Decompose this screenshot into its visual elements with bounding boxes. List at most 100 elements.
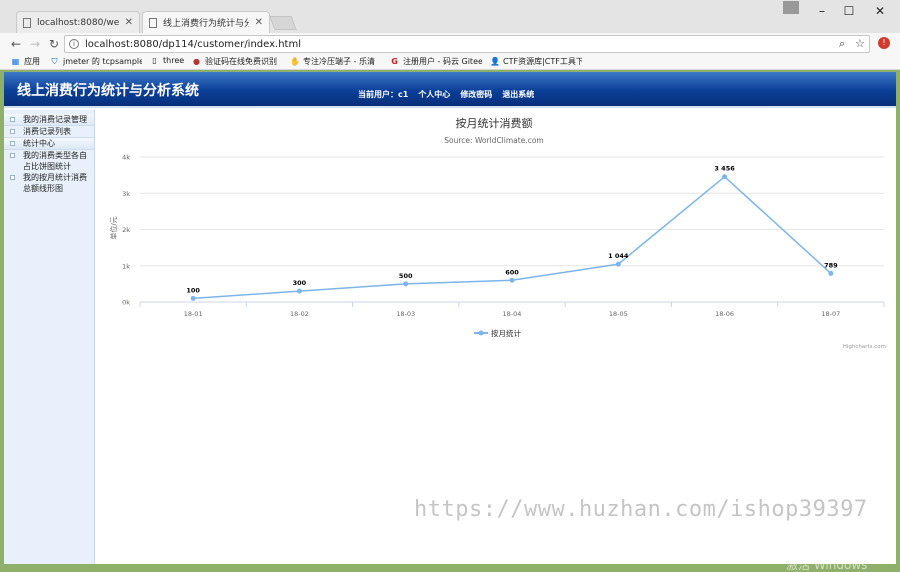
profile-icon[interactable] [783,1,799,14]
chart-x-tick-label: 18-05 [609,310,628,318]
sidebar-item-line-chart[interactable]: 我的按月统计消费总额线形图 [4,172,94,194]
legend-marker-icon [478,330,484,336]
chart-data-point[interactable] [296,288,302,294]
window-close-icon[interactable]: ✕ [866,2,894,20]
app-nav: 当前用户：c1 个人中心 修改密码 退出系统 [358,89,534,100]
current-user-info: 当前用户：c1 [358,90,409,99]
sidebar-item-label: 我的按月统计消费总额线形图 [23,173,87,193]
menu-bullet-icon [10,153,15,158]
chart-y-axis-label: 单位/元 [109,216,118,239]
browser-tab-title: localhost:8080/webto [37,17,119,28]
chart-data-label: 100 [186,286,200,294]
bookmark-gitee[interactable]: G 注册用户 - 码云 Gitee [390,56,482,67]
sidebar-item-label: 统计中心 [23,139,55,148]
chart-data-point[interactable] [190,295,196,301]
nav-logout-link[interactable]: 退出系统 [502,89,534,100]
zoom-icon[interactable]: ⌕ [839,37,845,51]
chart-data-label: 789 [824,261,838,269]
chart-data-label: 3 456 [714,165,735,173]
menu-bullet-icon [10,117,15,122]
browser-tab-2[interactable]: 线上消费行为统计与分 ✕ [142,11,270,33]
page-icon [149,17,157,28]
page-icon: ▯ [152,56,157,65]
chart-x-tick-label: 18-06 [715,310,734,318]
browser-tab-1[interactable]: localhost:8080/webto ✕ [16,11,140,33]
chart-x-tick-label: 18-07 [821,310,840,318]
chart-x-ticks: 18-01 18-02 18-03 18-04 18-05 18-06 18-07 [139,302,885,318]
monthly-consumption-line-chart: 按月统计消费额 Source: WorldClimate.com 单位/元 0k… [109,116,886,350]
chart-x-tick-label: 18-04 [503,310,522,318]
sidebar-item-label: 我的消费类型各自占比饼图统计 [23,151,87,171]
sidebar-item-label: 我的消费记录管理 [23,115,87,124]
url-text: localhost:8080/dp114/customer/index.html [85,38,302,50]
windows-activation-text: 激活 Windows [786,558,868,572]
bookmark-apps[interactable]: ▦ 应用 [11,56,45,67]
chart-data-label: 500 [399,272,413,280]
browser-toolbar: ← → ↻ i localhost:8080/dp114/customer/in… [0,33,900,55]
app-title: 线上消费行为统计与分析系统 [17,83,199,99]
chart-data-point[interactable] [509,277,515,283]
app-window: 线上消费行为统计与分析系统 当前用户：c1 个人中心 修改密码 退出系统 我的消… [4,72,896,564]
chart-y-tick-label: 1k [122,262,130,270]
browser-tab-title: 线上消费行为统计与分 [163,19,249,29]
chart-y-tick-label: 0k [122,299,130,307]
menu-bullet-icon [10,141,15,146]
chart-data-point[interactable] [828,270,834,276]
bookmark-three[interactable]: ▯ three [150,56,188,65]
info-icon[interactable]: i [69,39,79,49]
nav-change-password-link[interactable]: 修改密码 [460,89,492,100]
page-icon [23,17,31,28]
chart-y-ticks: 0k 1k 2k 3k 4k [122,154,130,307]
sidebar-item-statistics-center[interactable]: 统计中心 [4,138,94,150]
chart-title: 按月统计消费额 [456,116,533,130]
chart-x-tick-label: 18-02 [290,310,309,318]
chart-data-point[interactable] [403,281,409,287]
browser-tab-strip: localhost:8080/webto ✕ 线上消费行为统计与分 ✕ – ☐ … [0,0,900,33]
bookmark-terminal[interactable]: ✋ 专注冷压端子 - 乐清 [290,56,382,67]
menu-bullet-icon [10,175,15,180]
chart-y-tick-label: 4k [122,154,130,162]
chart-y-tick-label: 3k [122,190,130,198]
address-bar[interactable]: i localhost:8080/dp114/customer/index.ht… [64,35,870,53]
sidebar-item-consumption-management[interactable]: 我的消费记录管理 [4,114,94,126]
chart-x-tick-label: 18-03 [396,310,415,318]
gitee-icon: G [391,57,398,66]
forward-icon[interactable]: → [27,36,43,52]
watermark-text: https://www.huzhan.com/ishop39397 [414,497,868,522]
chart-x-tick-label: 18-01 [184,310,203,318]
extension-icon[interactable]: ! [878,37,890,49]
chart-data-label: 600 [505,268,519,276]
sidebar: 我的消费记录管理 消费记录列表 统计中心 我的消费类型各自占比饼图统计 我的按月… [4,110,95,564]
bookmark-captcha[interactable]: ● 验证码在线免费识别 [192,56,284,67]
chart-data-label: 1 044 [608,252,629,260]
chart-y-tick-label: 2k [122,226,130,234]
minimize-icon[interactable]: – [808,2,836,20]
bookmark-star-icon[interactable]: ☆ [855,37,865,50]
chart-legend[interactable]: 按月统计 [474,328,521,338]
menu-bullet-icon [10,129,15,134]
chart-subtitle: Source: WorldClimate.com [444,136,543,145]
bookmark-jmeter[interactable]: ⛉ jmeter 的 tcpsample [50,56,143,67]
chart-data-point[interactable] [722,174,728,180]
bookmarks-bar: ▦ 应用 ⛉ jmeter 的 tcpsample ▯ three ● 验证码在线免费识… [0,55,900,70]
nav-profile-link[interactable]: 个人中心 [418,89,450,100]
app-header: 线上消费行为统计与分析系统 当前用户：c1 个人中心 修改密码 退出系统 [4,72,896,108]
legend-label: 按月统计 [491,328,521,338]
chart-data-label: 300 [293,279,307,287]
hand-icon: ✋ [290,57,300,66]
new-tab-button[interactable] [269,16,297,30]
main-content: 按月统计消费额 Source: WorldClimate.com 单位/元 0k… [96,110,896,564]
chart-data-point[interactable] [615,261,621,267]
sidebar-item-record-list[interactable]: 消费记录列表 [4,126,94,138]
reload-icon[interactable]: ↻ [46,36,62,52]
close-tab-icon[interactable]: ✕ [255,17,263,28]
close-tab-icon[interactable]: ✕ [125,17,133,28]
maximize-icon[interactable]: ☐ [835,2,863,20]
sidebar-item-label: 消费记录列表 [23,127,71,136]
back-icon[interactable]: ← [8,36,24,52]
apps-icon: ▦ [11,57,20,66]
sidebar-item-pie-chart[interactable]: 我的消费类型各自占比饼图统计 [4,150,94,172]
user-icon: 👤 [490,57,500,66]
chart-credits[interactable]: Highcharts.com [843,344,886,350]
bookmark-ctf[interactable]: 👤 CTF资源库|CTF工具下 [490,56,582,67]
